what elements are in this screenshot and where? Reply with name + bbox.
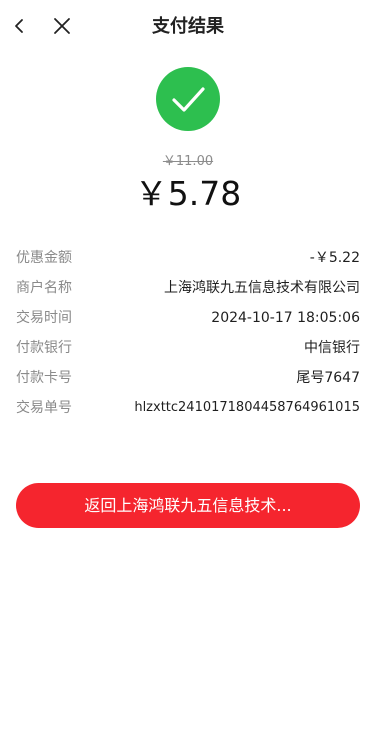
detail-row-order-no: 交易单号 hlzxttc2410171804458764961015 — [16, 394, 360, 424]
detail-row-discount: 优惠金额 -￥5.22 — [16, 244, 360, 274]
page-title: 支付结果 — [152, 16, 224, 37]
paid-amount: ￥5.78 — [134, 174, 242, 213]
detail-row-card: 付款卡号 尾号7647 — [16, 364, 360, 394]
detail-value: 2024-10-17 18:05:06 — [211, 310, 360, 326]
detail-row-bank: 付款银行 中信银行 — [16, 334, 360, 364]
detail-row-merchant: 商户名称 上海鸿联九五信息技术有限公司 — [16, 274, 360, 304]
detail-value: -￥5.22 — [309, 250, 360, 266]
original-price: ￥11.00 — [162, 154, 214, 169]
navigation-bar: 支付结果 — [0, 0, 376, 52]
detail-label: 优惠金额 — [16, 250, 72, 266]
detail-label: 交易时间 — [16, 310, 72, 326]
detail-value: 上海鸿联九五信息技术有限公司 — [164, 280, 360, 296]
detail-label: 商户名称 — [16, 280, 72, 296]
check-circle-icon — [156, 67, 220, 131]
detail-row-time: 交易时间 2024-10-17 18:05:06 — [16, 304, 360, 334]
payment-success-indicator — [156, 67, 220, 131]
detail-value: 尾号7647 — [296, 370, 360, 386]
detail-label: 付款卡号 — [16, 370, 72, 386]
detail-label: 付款银行 — [16, 340, 72, 356]
detail-value: 中信银行 — [304, 340, 360, 356]
detail-label: 交易单号 — [16, 400, 72, 416]
return-to-merchant-button[interactable]: 返回上海鸿联九五信息技术... — [16, 483, 360, 528]
transaction-details: 优惠金额 -￥5.22 商户名称 上海鸿联九五信息技术有限公司 交易时间 202… — [16, 244, 360, 424]
detail-value: hlzxttc2410171804458764961015 — [134, 400, 360, 415]
